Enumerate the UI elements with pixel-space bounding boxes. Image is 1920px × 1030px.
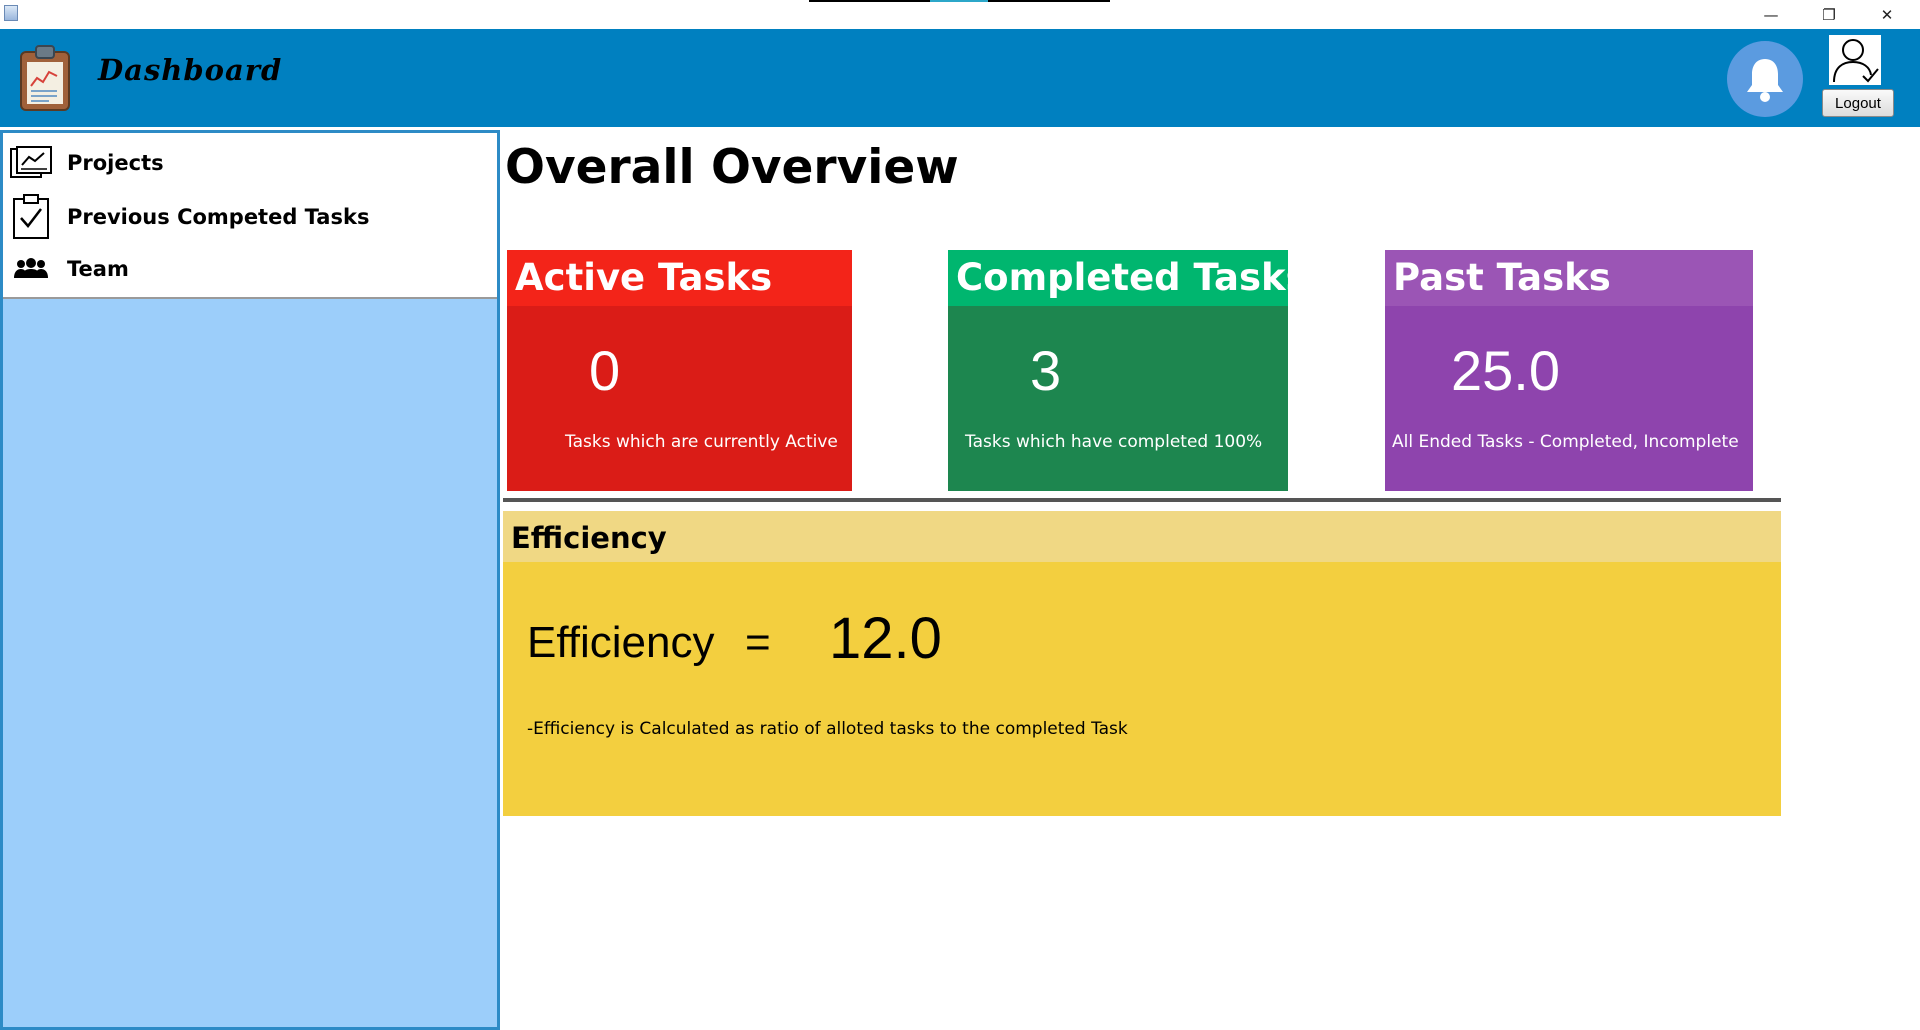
chart-document-icon bbox=[8, 141, 54, 185]
sidebar-item-label: Previous Competed Tasks bbox=[67, 205, 370, 229]
close-window-button[interactable]: ✕ bbox=[1858, 0, 1916, 29]
card-value: 3 bbox=[1030, 339, 1062, 402]
card-value: 0 bbox=[589, 339, 621, 402]
efficiency-equals: = bbox=[745, 618, 771, 667]
section-divider bbox=[503, 498, 1781, 502]
logout-button[interactable]: Logout bbox=[1822, 89, 1894, 117]
card-title: Completed Tasks bbox=[956, 256, 1308, 299]
app-header: Dashboard Logout bbox=[0, 29, 1920, 127]
sidebar-item-label: Projects bbox=[67, 151, 164, 175]
active-tasks-card: Active Tasks 0 Tasks which are currently… bbox=[507, 250, 852, 491]
efficiency-label: Efficiency bbox=[527, 618, 715, 667]
efficiency-title: Efficiency bbox=[511, 521, 667, 555]
card-description: Tasks which are currently Active bbox=[565, 432, 838, 452]
user-check-icon[interactable] bbox=[1829, 35, 1881, 85]
restore-button[interactable]: ❐ bbox=[1800, 0, 1858, 29]
sidebar-item-team[interactable]: Team bbox=[3, 243, 497, 295]
bell-icon bbox=[1747, 59, 1783, 102]
card-description: Tasks which have completed 100% bbox=[965, 432, 1263, 452]
sidebar-item-projects[interactable]: Projects bbox=[3, 137, 497, 189]
sidebar: Projects Previous Competed Tasks Team bbox=[0, 130, 500, 1030]
sidebar-item-label: Team bbox=[67, 257, 129, 281]
efficiency-note: -Efficiency is Calculated as ratio of al… bbox=[527, 719, 1128, 739]
window-titlebar: — ❐ ✕ bbox=[0, 0, 1920, 29]
app-title: Dashboard bbox=[98, 53, 283, 87]
efficiency-panel: Efficiency Efficiency = 12.0 -Efficiency… bbox=[503, 511, 1781, 816]
card-description: All Ended Tasks - Completed, Incomplete bbox=[1392, 432, 1739, 452]
past-tasks-card: Past Tasks 25.0 All Ended Tasks - Comple… bbox=[1385, 250, 1753, 491]
clipboard-check-icon bbox=[8, 194, 54, 239]
card-title: Active Tasks bbox=[515, 256, 773, 299]
clipboard-chart-icon bbox=[19, 44, 71, 112]
team-icon bbox=[8, 247, 54, 291]
completed-tasks-card: Completed Tasks 3 Tasks which have compl… bbox=[948, 250, 1308, 491]
minimize-button[interactable]: — bbox=[1742, 0, 1800, 29]
card-value: 25.0 bbox=[1451, 339, 1560, 402]
efficiency-value: 12.0 bbox=[829, 606, 942, 671]
java-app-icon bbox=[4, 5, 18, 21]
notifications-button[interactable] bbox=[1727, 41, 1803, 117]
sidebar-item-previous-completed-tasks[interactable]: Previous Competed Tasks bbox=[3, 191, 497, 243]
sidebar-menu: Projects Previous Competed Tasks Team bbox=[3, 133, 497, 299]
card-title: Past Tasks bbox=[1393, 256, 1611, 299]
title-progress-bar bbox=[809, 0, 1110, 2]
page-title: Overall Overview bbox=[505, 140, 959, 195]
